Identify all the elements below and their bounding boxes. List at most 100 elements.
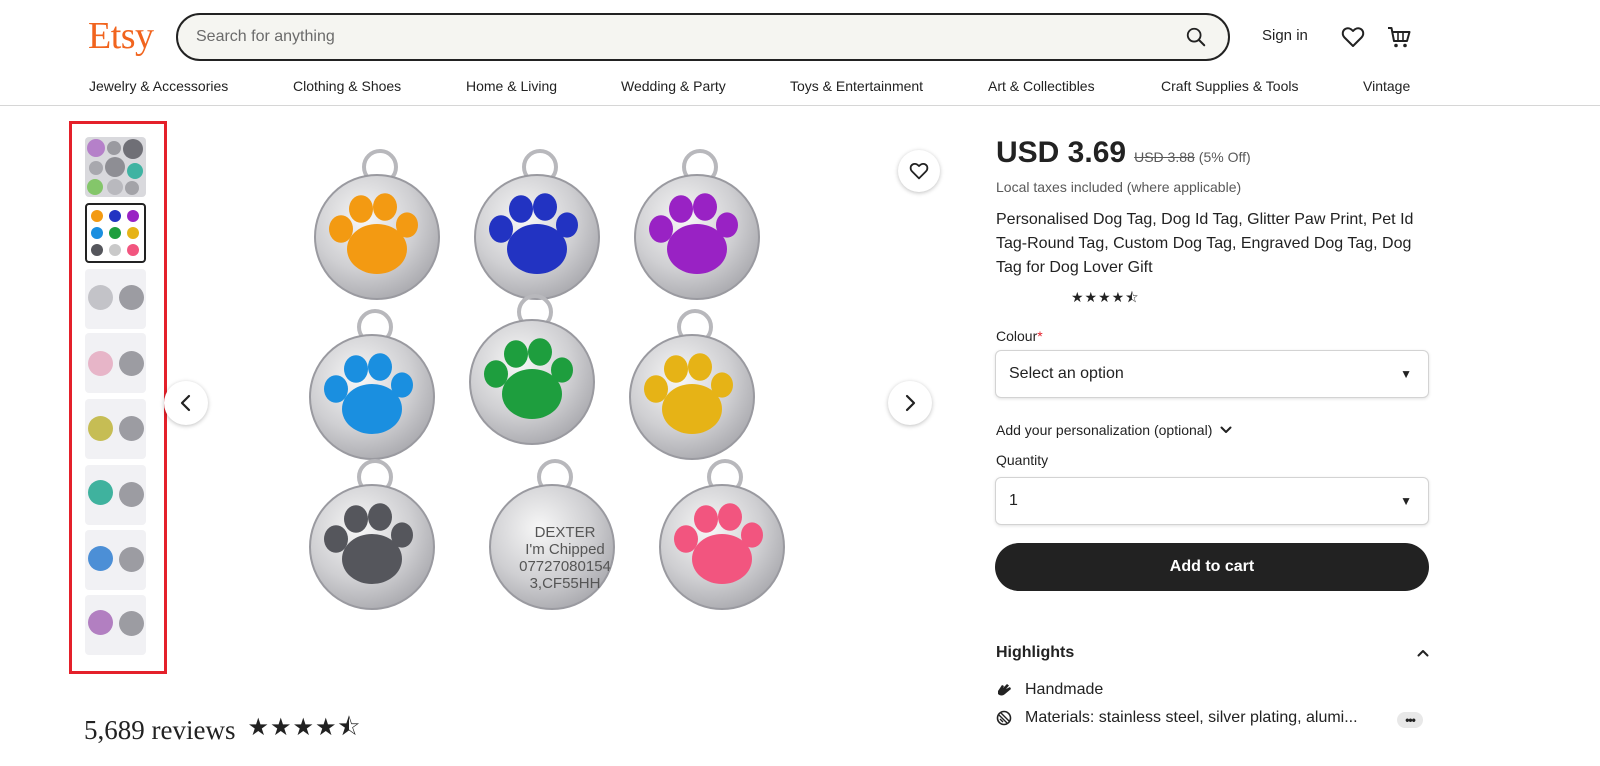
favorites-button[interactable]	[1338, 22, 1368, 52]
product-title: Personalised Dog Tag, Dog Id Tag, Glitte…	[996, 211, 1414, 276]
thumbnail-1[interactable]	[85, 137, 146, 197]
svg-text:07727080154: 07727080154	[519, 558, 611, 575]
star-rating: ★★★★⯪	[247, 714, 362, 741]
thumbnail-8[interactable]	[85, 595, 146, 655]
dog-tag	[474, 149, 600, 300]
nav-home-living[interactable]: Home & Living	[466, 78, 557, 94]
save-favorite-button[interactable]	[898, 150, 940, 192]
svg-text:I'm Chipped: I'm Chipped	[525, 541, 605, 558]
dog-tag	[659, 459, 785, 610]
nav-vintage[interactable]: Vintage	[1363, 78, 1410, 94]
thumbnail-5[interactable]	[85, 399, 146, 459]
highlight-text: Materials: stainless steel, silver plati…	[1025, 709, 1358, 726]
dog-tag	[309, 309, 435, 460]
thumbnail-2[interactable]	[85, 203, 146, 263]
svg-text:DEXTER: DEXTER	[535, 524, 596, 541]
current-price: USD 3.69	[996, 136, 1127, 169]
add-to-cart-button[interactable]: Add to cart	[995, 543, 1429, 591]
sign-in-link[interactable]: Sign in	[1262, 27, 1308, 44]
personalization-toggle[interactable]: Add your personalization (optional)	[996, 422, 1232, 438]
thumbnail-7[interactable]	[85, 530, 146, 590]
paw-toe	[329, 215, 353, 243]
tax-note: Local taxes included (where applicable)	[996, 179, 1242, 195]
highlights-title: Highlights	[996, 644, 1075, 661]
cart-button[interactable]	[1384, 22, 1414, 52]
chevron-right-icon	[905, 394, 916, 412]
search-input[interactable]	[196, 28, 1180, 46]
highlight-text: Handmade	[1025, 681, 1104, 698]
paw-toe	[694, 505, 718, 533]
colour-select-value: Select an option	[1009, 365, 1124, 382]
colour-label: Colour*	[996, 328, 1043, 344]
paw-toe	[693, 193, 717, 221]
heart-icon	[1341, 27, 1365, 47]
nav-art-collectibles[interactable]: Art & Collectibles	[988, 78, 1095, 94]
highlights-header[interactable]: Highlights	[996, 644, 1429, 662]
cart-icon	[1388, 27, 1411, 48]
chevron-left-icon	[180, 394, 191, 412]
thumbnail-strip	[69, 121, 167, 674]
original-price: USD 3.88	[1134, 149, 1195, 165]
dog-tag	[629, 309, 755, 460]
paw-toe	[484, 360, 508, 388]
search-bar	[176, 13, 1230, 61]
dropdown-caret-icon: ▼	[1400, 367, 1412, 381]
highlight-materials: Materials: stainless steel, silver plati…	[996, 709, 1358, 727]
etsy-logo[interactable]: Etsy	[88, 14, 154, 58]
paw-toe	[344, 355, 368, 383]
quantity-select-value: 1	[1009, 492, 1018, 509]
paw-toe	[368, 503, 392, 531]
category-nav: Jewelry & Accessories Clothing & Shoes H…	[0, 74, 1600, 106]
paw-toe	[324, 375, 348, 403]
more-highlights-button[interactable]: •••	[1397, 712, 1423, 728]
colour-select[interactable]: Select an option ▼	[995, 350, 1429, 398]
thumbnail-4[interactable]	[85, 333, 146, 393]
paw-toe	[504, 340, 528, 368]
paw-toe	[718, 503, 742, 531]
product-rating[interactable]: ★★★★⯪	[1071, 287, 1139, 311]
paw-toe	[688, 353, 712, 381]
reviews-count[interactable]: 5,689 reviews	[84, 715, 235, 746]
nav-craft-supplies-tools[interactable]: Craft Supplies & Tools	[1161, 78, 1298, 94]
previous-image-button[interactable]	[164, 381, 208, 425]
quantity-select[interactable]: 1 ▼	[995, 477, 1429, 525]
heart-icon	[909, 162, 929, 180]
paw-toe	[533, 193, 557, 221]
colour-label-text: Colour	[996, 328, 1038, 344]
hand-icon	[996, 682, 1014, 698]
svg-text:3,CF55HH: 3,CF55HH	[530, 575, 601, 592]
highlight-handmade: Handmade	[996, 681, 1103, 699]
dog-tag	[314, 149, 440, 300]
paw-toe	[489, 215, 513, 243]
nav-toys-entertainment[interactable]: Toys & Entertainment	[790, 78, 923, 94]
search-icon	[1186, 27, 1206, 47]
chevron-up-icon	[1417, 650, 1429, 657]
thumbnail-6[interactable]	[85, 465, 146, 525]
paw-toe	[716, 212, 738, 238]
paw-toe	[669, 195, 693, 223]
nav-jewelry-accessories[interactable]: Jewelry & Accessories	[89, 78, 228, 94]
paw-toe	[644, 375, 668, 403]
paw-toe	[509, 195, 533, 223]
paw-toe	[664, 355, 688, 383]
thumbnail-3[interactable]	[85, 269, 146, 329]
paw-toe	[391, 522, 413, 548]
search-button[interactable]	[1180, 21, 1212, 53]
paw-toe	[373, 193, 397, 221]
paw-toe	[396, 212, 418, 238]
materials-icon	[996, 710, 1014, 726]
nav-wedding-party[interactable]: Wedding & Party	[621, 78, 726, 94]
paw-toe	[349, 195, 373, 223]
paw-toe	[528, 338, 552, 366]
paw-toe	[649, 215, 673, 243]
paw-toe	[344, 505, 368, 533]
reviews-summary: 5,689 reviews ★★★★⯪	[84, 710, 361, 751]
dog-tag	[469, 294, 595, 445]
paw-toe	[324, 525, 348, 553]
dog-tag	[309, 459, 435, 610]
price-row: USD 3.69 USD 3.88 (5% Off)	[996, 136, 1251, 170]
paw-toe	[368, 353, 392, 381]
next-image-button[interactable]	[888, 381, 932, 425]
nav-clothing-shoes[interactable]: Clothing & Shoes	[293, 78, 401, 94]
dog-tag	[634, 149, 760, 300]
